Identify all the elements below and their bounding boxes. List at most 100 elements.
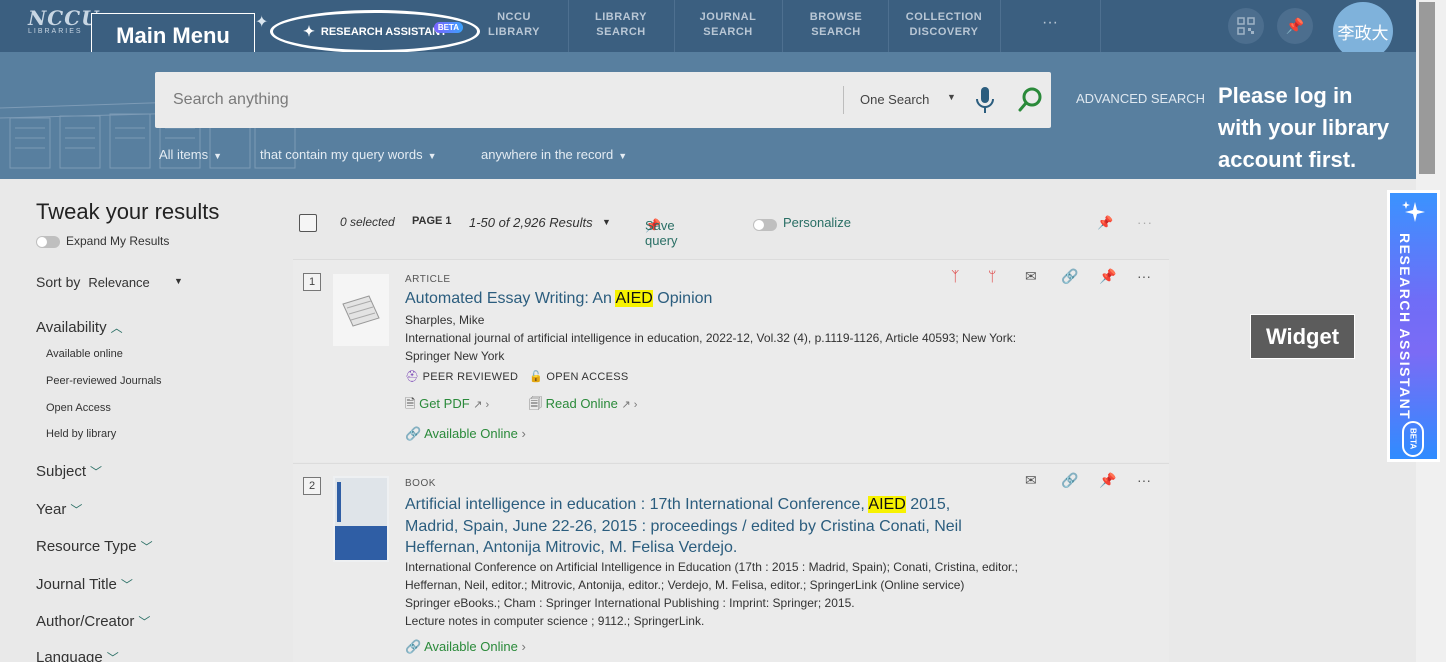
facet-item-available-online[interactable]: Available online (46, 348, 123, 360)
article-thumbnail[interactable] (333, 274, 389, 346)
facet-label: Subject (36, 463, 87, 480)
selected-count: 0 selected (340, 215, 395, 229)
facets-title: Tweak your results (36, 199, 220, 224)
nav-collection-discovery[interactable]: COLLECTION DISCOVERY (900, 10, 988, 40)
filter-query-match[interactable]: that contain my query words ▼ (260, 147, 437, 162)
sort-value[interactable]: Relevance (88, 275, 149, 290)
pin-icon[interactable]: 📌 (1099, 268, 1116, 285)
pin-icon: 📌 (1285, 18, 1305, 35)
title-highlight: AIED (615, 290, 653, 307)
available-online-link[interactable]: 🔗 Available Online › (405, 426, 526, 442)
chevron-down-icon: ﹀ (70, 503, 83, 517)
facet-item-peer-reviewed[interactable]: Peer-reviewed Journals (46, 375, 162, 387)
resource-type: ARTICLE (405, 274, 451, 285)
available-online-label: Available Online (424, 639, 518, 654)
toggle-switch[interactable] (753, 219, 777, 231)
email-icon[interactable]: ✉ (1025, 268, 1037, 285)
facet-year[interactable]: Year ﹀ (36, 501, 82, 518)
page-indicator: PAGE 1 (412, 215, 452, 227)
more-options-icon[interactable]: ··· (1137, 268, 1151, 284)
open-access-badge: 🔓 OPEN ACCESS (529, 370, 629, 383)
research-assistant-nav-button[interactable]: ✦ RESEARCH ASSISTANT BETA (270, 10, 480, 53)
login-annotation-line: Please log in (1218, 83, 1353, 108)
search-input[interactable] (155, 72, 835, 128)
caret-down-icon[interactable]: ▼ (174, 276, 183, 286)
search-scope-dropdown[interactable]: One Search (860, 92, 929, 107)
results-range[interactable]: 1-50 of 2,926 Results (469, 215, 593, 230)
mendeley-icon[interactable]: ᛉ (951, 268, 959, 284)
get-pdf-label: Get PDF (419, 396, 470, 411)
save-query-label: Save query (645, 218, 678, 248)
facet-language[interactable]: Language ﹀ (36, 649, 119, 662)
chevron-down-icon: ﹀ (120, 578, 133, 592)
result-details: Lecture notes in computer science ; 9112… (405, 614, 705, 628)
peer-reviewed-label: PEER REVIEWED (422, 371, 519, 383)
advanced-search-link[interactable]: ADVANCED SEARCH (1076, 91, 1205, 106)
results-toolbar: 0 selected PAGE 1 1-50 of 2,926 Results … (297, 212, 1167, 248)
title-text: Automated Essay Writing: An (405, 290, 616, 307)
permalink-icon[interactable]: 🔗 (1061, 268, 1078, 285)
read-online-link[interactable]: 🗐 Read Online ↗ › (529, 395, 637, 417)
search-icon[interactable] (1017, 86, 1045, 114)
result-source: Springer New York (405, 349, 505, 363)
expand-results-label: Expand My Results (66, 234, 170, 248)
filter-item-type[interactable]: All items ▼ (159, 147, 222, 162)
facet-label: Language (36, 649, 103, 662)
nav-label: JOURNAL (699, 11, 757, 23)
pin-icon[interactable]: 📌 (1097, 215, 1113, 231)
facet-label: Availability (36, 319, 107, 336)
facet-item-held-by-library[interactable]: Held by library (46, 428, 116, 440)
caret-down-icon[interactable]: ▼ (947, 92, 956, 102)
facet-availability[interactable]: Availability ︿ (36, 319, 123, 336)
nav-divider (1000, 0, 1001, 52)
facet-journal-title[interactable]: Journal Title ﹀ (36, 576, 133, 593)
toggle-switch[interactable] (36, 235, 60, 248)
more-options-icon[interactable]: ··· (1137, 215, 1153, 230)
caret-down-icon[interactable]: ▼ (602, 217, 611, 227)
more-options-icon[interactable]: ··· (1137, 472, 1151, 488)
book-cover-thumbnail[interactable] (333, 476, 389, 562)
permalink-icon[interactable]: 🔗 (1061, 472, 1078, 489)
filter-record-scope[interactable]: anywhere in the record ▼ (481, 147, 627, 162)
nav-nccu-library[interactable]: NCCU LIBRARY (487, 10, 541, 40)
nav-label: DISCOVERY (909, 26, 979, 38)
library-logo[interactable]: NCCU LIBRARIES (28, 6, 99, 44)
nav-journal-search[interactable]: JOURNAL SEARCH (696, 10, 760, 40)
document-icon: 🗐 (529, 396, 542, 411)
pin-icon[interactable]: 📌 (1099, 472, 1116, 489)
nav-label: SEARCH (703, 26, 753, 38)
widget-annotation: Widget (1250, 314, 1355, 359)
research-assistant-widget[interactable]: RESEARCH ASSISTANT BETA (1387, 190, 1440, 462)
result-source: International journal of artificial inte… (405, 331, 1017, 345)
result-author: Sharples, Mike (405, 313, 485, 327)
chevron-down-icon: ﹀ (90, 465, 103, 479)
sort-label: Sort by (36, 274, 81, 290)
email-icon[interactable]: ✉ (1025, 472, 1037, 489)
link-icon: 🔗 (405, 426, 422, 441)
available-online-link[interactable]: 🔗 Available Online › (405, 639, 526, 655)
zotero-icon[interactable]: ᛘ (988, 268, 996, 284)
get-pdf-link[interactable]: 🗎 Get PDF ↗ › (405, 395, 489, 417)
nav-label: LIBRARY (595, 11, 647, 23)
scrollbar-thumb[interactable] (1419, 2, 1435, 174)
expand-results-toggle[interactable]: Expand My Results (36, 234, 169, 248)
select-all-checkbox[interactable] (299, 214, 317, 232)
facet-resource-type[interactable]: Resource Type ﹀ (36, 538, 153, 555)
microphone-icon[interactable] (975, 85, 995, 115)
nav-label: SEARCH (811, 26, 861, 38)
pin-favorites-button[interactable]: 📌 (1277, 8, 1313, 44)
sort-by[interactable]: Sort by Relevance ▼ (36, 274, 183, 290)
facet-author-creator[interactable]: Author/Creator ﹀ (36, 613, 150, 630)
qr-code-button[interactable] (1228, 8, 1264, 44)
title-line: Heffernan, Antonija Mitrovic, M. Felisa … (405, 539, 738, 556)
more-menu-button[interactable]: ··· (1042, 14, 1058, 32)
result-title[interactable]: Automated Essay Writing: An AIED Opinion (405, 290, 712, 308)
facet-item-open-access[interactable]: Open Access (46, 402, 111, 414)
sparkle-icon: ✦ (255, 14, 269, 31)
result-title[interactable]: Artificial intelligence in education : 1… (405, 494, 962, 559)
login-annotation-line: account first. (1218, 147, 1357, 172)
nav-library-search[interactable]: LIBRARY SEARCH (590, 10, 652, 40)
unlock-icon: 🔓 (529, 371, 543, 383)
facet-subject[interactable]: Subject ﹀ (36, 463, 102, 480)
nav-browse-search[interactable]: BROWSE SEARCH (805, 10, 867, 40)
